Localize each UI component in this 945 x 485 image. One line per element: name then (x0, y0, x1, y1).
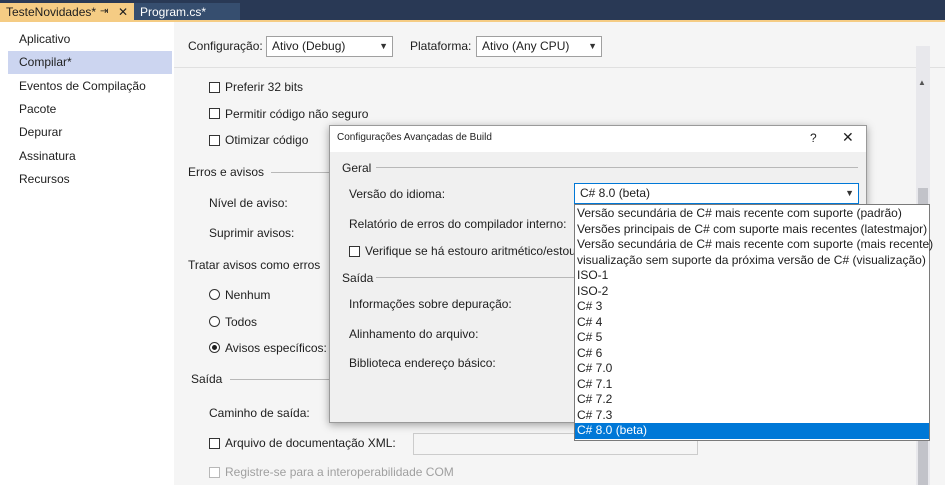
close-icon[interactable]: ✕ (118, 3, 128, 21)
nav-item-compilar[interactable]: Compilar* (8, 51, 172, 74)
selected-pointer (165, 58, 171, 70)
pin-icon[interactable]: ⇥ (100, 3, 108, 21)
tab-label: Program.cs* (140, 5, 207, 19)
lang-version-dropdown-list: Versão secundária de C# mais recente com… (574, 204, 933, 441)
output-section-heading: Saída (191, 372, 223, 386)
section-divider (271, 172, 331, 173)
error-report-label: Relatório de erros do compilador interno… (349, 217, 567, 231)
base-address-label: Biblioteca endereço básico: (349, 356, 496, 370)
output-path-label: Caminho de saída: (209, 406, 310, 420)
scroll-up-icon[interactable]: ▲ (918, 78, 926, 87)
radio-specific-label: Avisos específicos: (225, 341, 327, 355)
dialog-output-heading: Saída (342, 271, 374, 285)
nav-item-pacote[interactable]: Pacote (8, 98, 172, 121)
tab-label: TesteNovidades* (6, 5, 97, 19)
com-interop-label: Registre-se para a interoperabilidade CO… (225, 465, 454, 479)
section-divider (376, 277, 576, 278)
overflow-label: Verifique se há estouro aritmético/estou… (365, 244, 587, 258)
prefer32-checkbox[interactable] (209, 82, 220, 93)
dialog-title: Configurações Avançadas de Build (337, 132, 492, 143)
overflow-checkbox[interactable] (349, 246, 360, 257)
configuration-select[interactable]: Ativo (Debug) ▼ (266, 36, 393, 57)
warning-level-label: Nível de aviso: (209, 196, 288, 210)
dropdown-option[interactable]: C# 5 (575, 330, 929, 346)
errors-section-heading: Erros e avisos (188, 165, 265, 179)
file-alignment-label: Alinhamento do arquivo: (349, 327, 479, 341)
dropdown-option[interactable]: C# 7.1 (575, 377, 929, 393)
dropdown-option-selected[interactable]: C# 8.0 (beta) (575, 423, 929, 439)
dropdown-option[interactable]: visualização sem suporte da próxima vers… (575, 253, 929, 269)
treat-warnings-heading: Tratar avisos como erros (188, 258, 321, 272)
configuration-value: Ativo (Debug) (272, 39, 346, 53)
tab-program-cs[interactable]: Program.cs* (134, 3, 240, 22)
nav-item-assinatura[interactable]: Assinatura (8, 145, 172, 168)
dropdown-option[interactable]: C# 7.3 (575, 408, 929, 424)
dropdown-option[interactable]: C# 7.0 (575, 361, 929, 377)
chevron-down-icon: ▼ (588, 41, 597, 51)
document-tab-strip: TesteNovidades* ⇥ ✕ Program.cs* (0, 0, 945, 22)
dropdown-option[interactable]: Versão secundária de C# mais recente com… (575, 237, 933, 253)
nav-item-depurar[interactable]: Depurar (8, 121, 172, 144)
dropdown-option[interactable]: Versão secundária de C# mais recente com… (575, 206, 929, 222)
radio-specific[interactable] (209, 342, 220, 353)
dropdown-option[interactable]: C# 7.2 (575, 392, 929, 408)
platform-value: Ativo (Any CPU) (482, 39, 570, 53)
lang-version-value: C# 8.0 (beta) (580, 186, 651, 200)
com-interop-checkbox[interactable] (209, 467, 220, 478)
prefer32-label: Preferir 32 bits (225, 80, 304, 94)
dialog-titlebar: Configurações Avançadas de Build ? ✕ (330, 126, 866, 152)
configuration-label: Configuração: (188, 39, 263, 53)
nav-item-recursos[interactable]: Recursos (8, 168, 172, 191)
chevron-down-icon: ▼ (845, 188, 854, 198)
close-icon[interactable]: ✕ (842, 129, 854, 146)
project-properties-nav: Aplicativo Compilar* Eventos de Compilaç… (0, 22, 174, 485)
radio-none[interactable] (209, 289, 220, 300)
tab-testenovidades[interactable]: TesteNovidades* ⇥ ✕ (0, 3, 134, 22)
radio-none-label: Nenhum (225, 288, 271, 302)
platform-select[interactable]: Ativo (Any CPU) ▼ (476, 36, 602, 57)
help-icon[interactable]: ? (810, 131, 817, 145)
nav-item-eventos[interactable]: Eventos de Compilação (8, 75, 172, 98)
suppress-warnings-label: Suprimir avisos: (209, 226, 295, 240)
dropdown-option[interactable]: Versões principais de C# com suporte mai… (575, 222, 929, 238)
xml-doc-checkbox[interactable] (209, 438, 220, 449)
section-divider (230, 379, 330, 380)
section-divider (376, 167, 858, 168)
general-section-heading: Geral (342, 161, 372, 175)
platform-label: Plataforma: (410, 39, 472, 53)
optimize-label: Otimizar código (225, 133, 309, 147)
unsafe-checkbox[interactable] (209, 108, 220, 119)
debug-info-label: Informações sobre depuração: (349, 297, 512, 311)
dropdown-option[interactable]: ISO-1 (575, 268, 929, 284)
dropdown-option[interactable]: ISO-2 (575, 284, 929, 300)
radio-all-label: Todos (225, 315, 258, 329)
xml-doc-label: Arquivo de documentação XML: (225, 436, 396, 450)
dropdown-option[interactable]: C# 6 (575, 346, 929, 362)
optimize-checkbox[interactable] (209, 135, 220, 146)
nav-item-aplicativo[interactable]: Aplicativo (8, 28, 172, 51)
configuration-bar: Configuração: Ativo (Debug) ▼ Plataforma… (174, 22, 945, 68)
chevron-down-icon: ▼ (379, 41, 388, 51)
unsafe-label: Permitir código não seguro (225, 107, 369, 121)
radio-all[interactable] (209, 316, 220, 327)
lang-version-label: Versão do idioma: (349, 187, 446, 201)
dropdown-option[interactable]: C# 4 (575, 315, 929, 331)
dropdown-option[interactable]: C# 3 (575, 299, 929, 315)
lang-version-select[interactable]: C# 8.0 (beta) ▼ (574, 183, 859, 204)
